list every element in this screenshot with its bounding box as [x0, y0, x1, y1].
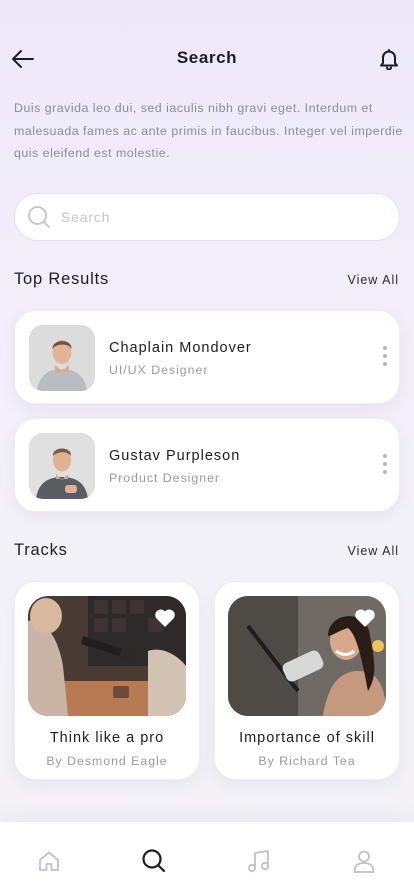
- search-icon: [142, 849, 166, 873]
- notifications-button[interactable]: [374, 44, 404, 74]
- search-bar[interactable]: [14, 193, 400, 241]
- tab-search[interactable]: [139, 846, 169, 876]
- dot: [383, 470, 387, 474]
- result-card[interactable]: Chaplain Mondover UI/UX Designer: [14, 310, 400, 404]
- tracks-heading: Tracks: [14, 541, 68, 559]
- dot: [383, 462, 387, 466]
- track-author: By Desmond Eagle: [46, 754, 168, 768]
- dot: [383, 346, 387, 350]
- more-options-button[interactable]: [379, 451, 391, 477]
- result-name: Chaplain Mondover: [109, 340, 252, 356]
- search-icon: [28, 206, 50, 228]
- music-icon: [247, 850, 270, 873]
- track-cover-image: [228, 596, 386, 716]
- tab-music[interactable]: [244, 846, 274, 876]
- search-input[interactable]: [61, 209, 361, 225]
- track-title: Think like a pro: [49, 730, 165, 746]
- profile-icon: [353, 850, 375, 873]
- track-cover-image: [28, 596, 186, 716]
- tracks-view-all-link[interactable]: View All: [347, 544, 399, 558]
- tab-home[interactable]: [34, 846, 64, 876]
- favorite-button[interactable]: [354, 608, 376, 628]
- top-results-heading: Top Results: [14, 270, 110, 288]
- dot: [383, 354, 387, 358]
- dot: [383, 362, 387, 366]
- result-role: Product Designer: [109, 471, 221, 485]
- avatar: [29, 433, 95, 499]
- more-options-button[interactable]: [379, 343, 391, 369]
- avatar: [29, 325, 95, 391]
- top-results-view-all-link[interactable]: View All: [347, 273, 399, 287]
- favorite-button[interactable]: [154, 608, 176, 628]
- intro-text: Duis gravida leo dui, sed iaculis nibh g…: [14, 101, 403, 160]
- home-icon: [39, 851, 59, 871]
- bell-icon: [380, 49, 398, 70]
- heart-icon: [155, 609, 175, 627]
- track-title: Importance of skill: [239, 730, 375, 746]
- bottom-tab-bar: [0, 822, 414, 896]
- track-author: By Richard Tea: [258, 754, 356, 768]
- track-card[interactable]: Importance of skill By Richard Tea: [214, 581, 400, 780]
- result-name: Gustav Purpleson: [109, 448, 241, 464]
- heart-icon: [355, 609, 375, 627]
- track-card[interactable]: Think like a pro By Desmond Eagle: [14, 581, 200, 780]
- result-card[interactable]: Gustav Purpleson Product Designer: [14, 418, 400, 512]
- tab-profile[interactable]: [349, 846, 379, 876]
- result-role: UI/UX Designer: [109, 363, 209, 377]
- dot: [383, 454, 387, 458]
- page-title: Search: [176, 48, 238, 67]
